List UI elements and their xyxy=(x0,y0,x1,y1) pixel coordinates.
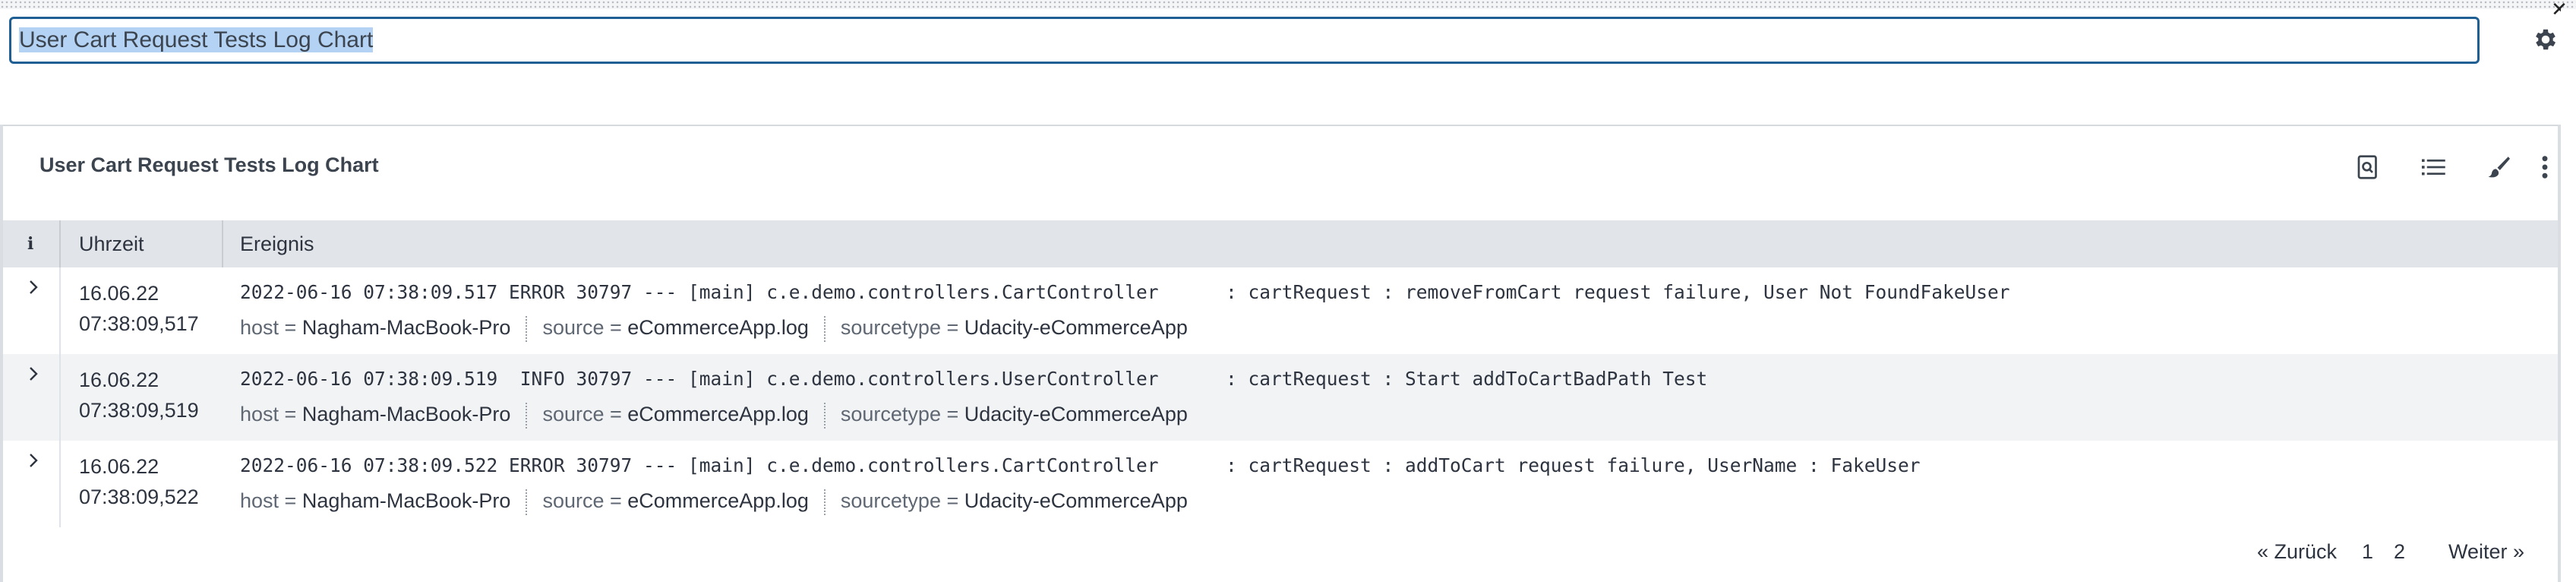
event-fields: host = Nagham-MacBook-Pro source = eComme… xyxy=(240,403,1188,429)
search-document-icon[interactable] xyxy=(2354,153,2382,181)
events-table-header: i Uhrzeit Ereignis xyxy=(3,220,2558,267)
event-date-value: 16.06.22 xyxy=(79,282,159,305)
event-date-value: 16.06.22 xyxy=(79,455,159,478)
column-separator xyxy=(222,220,223,267)
column-separator xyxy=(59,267,61,354)
sourcetype-field-label: sourcetype = xyxy=(840,316,959,340)
source-field-label: source = xyxy=(542,489,622,513)
table-row: 16.06.22 07:38:09,519 2022-06-16 07:38:0… xyxy=(3,354,2558,441)
event-raw-text[interactable]: 2022-06-16 07:38:09.522 ERROR 30797 --- … xyxy=(240,454,1921,476)
event-time: 16.06.22 07:38:09,519 xyxy=(79,365,199,425)
kebab-menu-icon[interactable] xyxy=(2533,153,2556,181)
sourcetype-field-value[interactable]: Udacity-eCommerceApp xyxy=(964,316,1188,339)
table-row: 16.06.22 07:38:09,517 2022-06-16 07:38:0… xyxy=(3,267,2558,354)
field-separator xyxy=(526,489,528,515)
sourcetype-field-value[interactable]: Udacity-eCommerceApp xyxy=(964,489,1188,512)
column-separator xyxy=(59,441,61,527)
field-separator xyxy=(823,316,826,342)
paintbrush-icon[interactable] xyxy=(2485,153,2512,181)
column-separator xyxy=(59,220,61,267)
field-separator xyxy=(823,403,826,429)
event-raw-text[interactable]: 2022-06-16 07:38:09.517 ERROR 30797 --- … xyxy=(240,281,2010,303)
field-separator xyxy=(526,316,528,342)
chevron-right-icon[interactable] xyxy=(24,365,43,383)
host-field-value[interactable]: Nagham-MacBook-Pro xyxy=(302,403,511,425)
event-time-value: 07:38:09,517 xyxy=(79,312,199,335)
sourcetype-field-label: sourcetype = xyxy=(840,403,959,426)
event-raw-text[interactable]: 2022-06-16 07:38:09.519 INFO 30797 --- [… xyxy=(240,368,1707,390)
column-separator xyxy=(59,354,61,441)
source-field-label: source = xyxy=(542,316,622,340)
list-icon[interactable] xyxy=(2420,153,2447,181)
panel-title-input[interactable]: User Cart Request Tests Log Chart xyxy=(9,17,2480,64)
pager-previous-link[interactable]: « Zurück xyxy=(2257,533,2337,570)
host-field-value[interactable]: Nagham-MacBook-Pro xyxy=(302,316,511,339)
chevron-right-icon[interactable] xyxy=(24,278,43,296)
sourcetype-field-label: sourcetype = xyxy=(840,489,959,513)
host-field-value[interactable]: Nagham-MacBook-Pro xyxy=(302,489,511,512)
event-date-value: 16.06.22 xyxy=(79,368,159,391)
table-row: 16.06.22 07:38:09,522 2022-06-16 07:38:0… xyxy=(3,441,2558,527)
host-field-label: host = xyxy=(240,316,297,340)
event-time-value: 07:38:09,522 xyxy=(79,486,199,508)
source-field-label: source = xyxy=(542,403,622,426)
window-drag-strip[interactable] xyxy=(0,0,2576,9)
event-fields: host = Nagham-MacBook-Pro source = eComme… xyxy=(240,489,1188,515)
panel-title: User Cart Request Tests Log Chart xyxy=(39,153,379,176)
gear-icon[interactable] xyxy=(2532,26,2559,53)
field-separator xyxy=(526,403,528,429)
info-column-header[interactable]: i xyxy=(27,220,33,267)
panel-top-divider xyxy=(0,125,2559,126)
pager-page-current[interactable]: 2 xyxy=(2394,533,2435,571)
source-field-value[interactable]: eCommerceApp.log xyxy=(627,489,809,512)
field-separator xyxy=(823,489,826,515)
pager-page-1[interactable]: 1 xyxy=(2362,533,2373,570)
time-column-header[interactable]: Uhrzeit xyxy=(79,220,144,267)
chevron-right-icon[interactable] xyxy=(24,451,43,470)
source-field-value[interactable]: eCommerceApp.log xyxy=(627,316,809,339)
event-time: 16.06.22 07:38:09,517 xyxy=(79,278,199,339)
right-gutter xyxy=(2561,9,2576,582)
source-field-value[interactable]: eCommerceApp.log xyxy=(627,403,809,425)
event-time-value: 07:38:09,519 xyxy=(79,399,199,422)
sourcetype-field-value[interactable]: Udacity-eCommerceApp xyxy=(964,403,1188,425)
event-column-header[interactable]: Ereignis xyxy=(240,220,314,267)
event-time: 16.06.22 07:38:09,522 xyxy=(79,451,199,512)
panel-title-input-value: User Cart Request Tests Log Chart xyxy=(19,27,374,52)
host-field-label: host = xyxy=(240,403,297,426)
pager-next-link[interactable]: Weiter » xyxy=(2448,533,2524,570)
event-fields: host = Nagham-MacBook-Pro source = eComme… xyxy=(240,316,1188,342)
host-field-label: host = xyxy=(240,489,297,513)
